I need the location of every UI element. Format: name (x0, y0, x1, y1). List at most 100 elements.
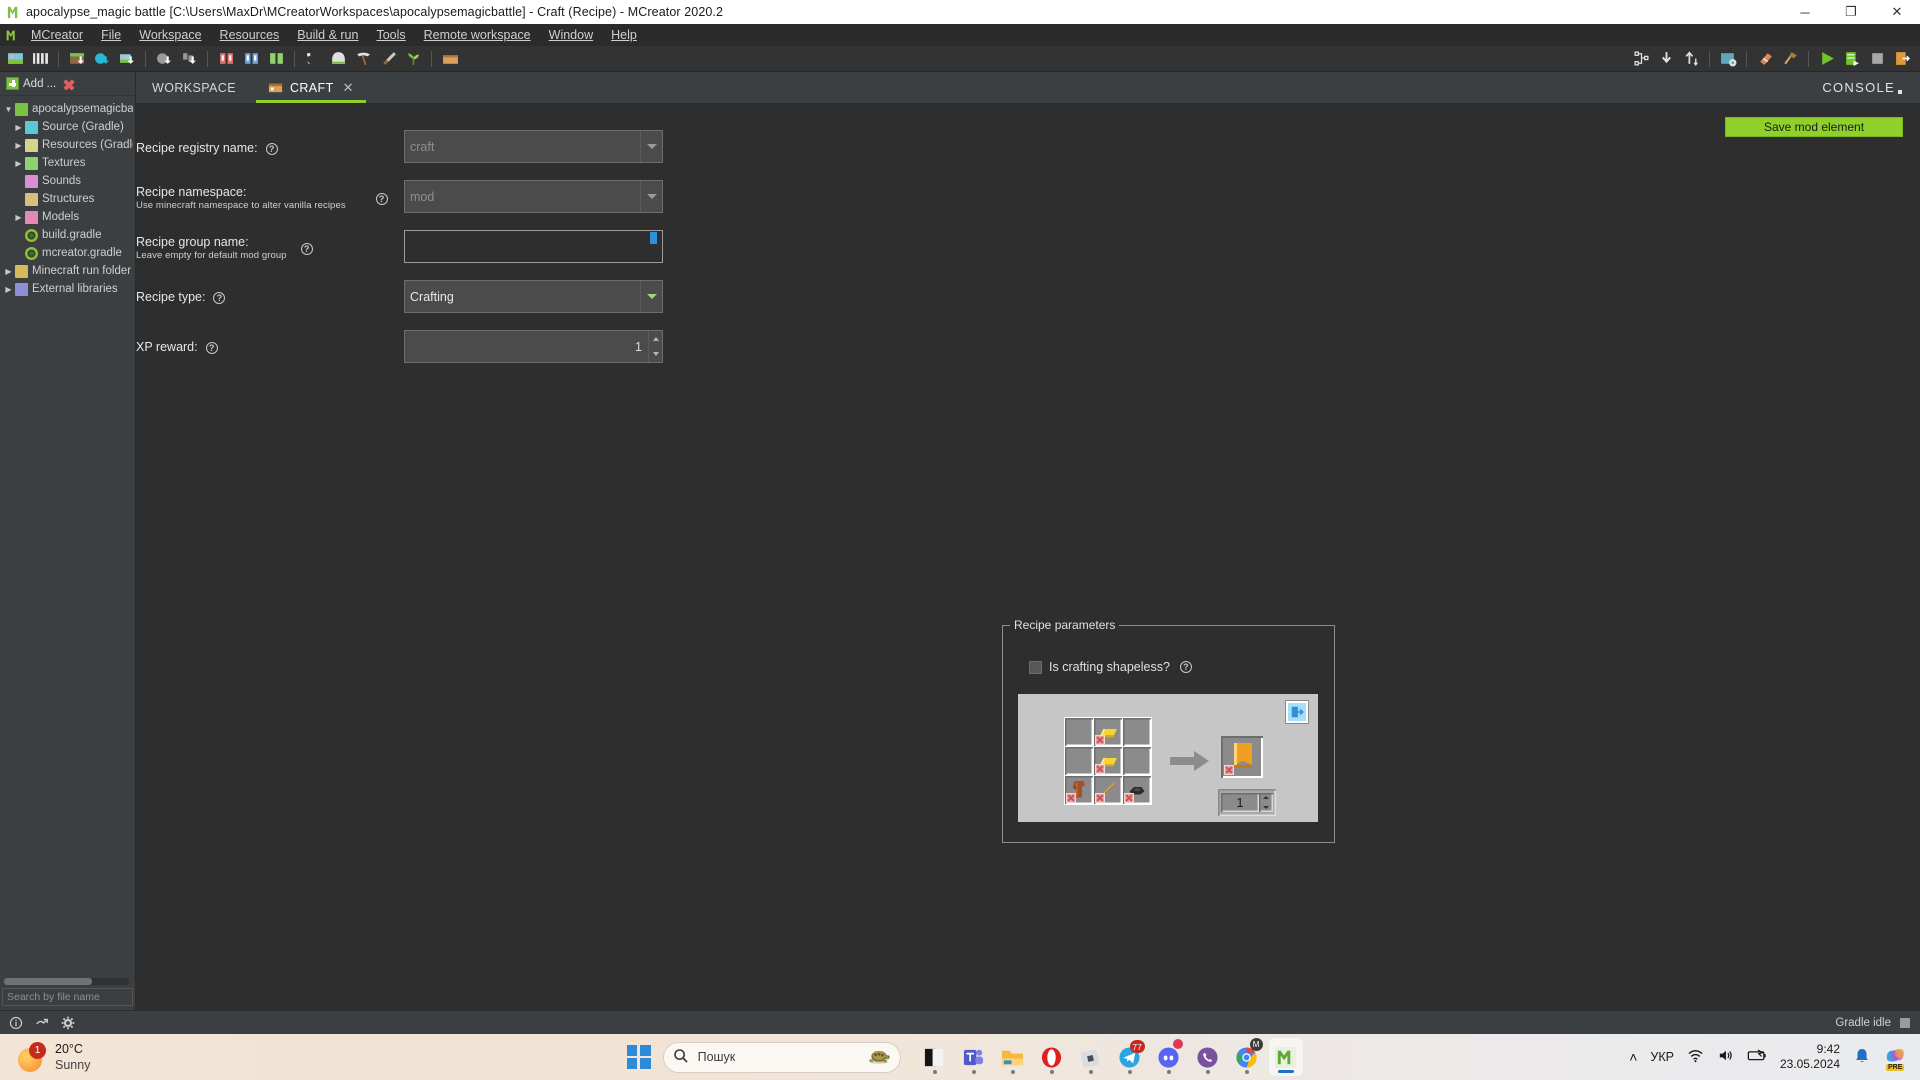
sidebar-horizontal-scrollbar[interactable] (4, 978, 129, 985)
download-icon[interactable] (1654, 48, 1678, 70)
notifications-bell-icon[interactable] (1853, 1047, 1871, 1068)
save-mod-element-button[interactable]: Save mod element (1725, 117, 1903, 137)
output-count-spinner[interactable]: 1 (1218, 789, 1276, 816)
help-icon[interactable]: ? (205, 341, 218, 354)
remove-item-badge[interactable] (1066, 793, 1076, 803)
menu-tools[interactable]: Tools (367, 25, 414, 45)
help-icon[interactable]: ? (300, 242, 313, 255)
crafting-slot-8[interactable] (1123, 776, 1151, 804)
chrome-app-icon[interactable]: M (1230, 1038, 1264, 1076)
chevron-down-icon[interactable] (640, 181, 662, 212)
armor-icon[interactable] (326, 48, 350, 70)
teams-app-icon[interactable] (957, 1038, 991, 1076)
tab-workspace[interactable]: WORKSPACE (136, 72, 252, 103)
menu-build-run[interactable]: Build & run (288, 25, 367, 45)
delete-icon[interactable] (62, 77, 76, 91)
tree-item-external-libraries[interactable]: ▶ External libraries (0, 280, 135, 298)
remove-item-badge[interactable] (1124, 793, 1134, 803)
chevron-right-icon[interactable]: ▶ (12, 123, 25, 132)
roblox-app-icon[interactable] (1074, 1038, 1108, 1076)
tree-item-workspace[interactable]: ▼ apocalypsemagicba (0, 100, 135, 118)
chevron-right-icon[interactable]: ▶ (2, 267, 15, 276)
help-icon[interactable]: ? (375, 192, 388, 205)
chevron-right-icon[interactable]: ▶ (12, 213, 25, 222)
menu-mcreator[interactable]: MCreator (22, 25, 92, 45)
tree-item-models[interactable]: ▶ Models (0, 208, 135, 226)
dark-reader-app-icon[interactable] (918, 1038, 952, 1076)
recipe-icon[interactable] (438, 48, 462, 70)
chevron-down-icon[interactable] (640, 131, 662, 162)
blue-blocks-icon[interactable] (239, 48, 263, 70)
menu-resources[interactable]: Resources (211, 25, 289, 45)
console-toggle[interactable]: CONSOLE (1804, 72, 1920, 103)
copilot-icon[interactable]: PRE (1884, 1045, 1906, 1071)
recipe-group-name-input[interactable] (404, 230, 663, 263)
tree-item-source[interactable]: ▶ Source (Gradle) (0, 118, 135, 136)
recipe-type-combo[interactable]: Crafting (404, 280, 663, 313)
tab-craft[interactable]: CRAFT ✕ (252, 72, 370, 103)
run-client-icon[interactable] (1815, 48, 1839, 70)
crafting-slot-1[interactable] (1094, 718, 1122, 746)
opera-app-icon[interactable] (1035, 1038, 1069, 1076)
red-blocks-icon[interactable] (214, 48, 238, 70)
tree-item-minecraft-run-folder[interactable]: ▶ Minecraft run folder (0, 262, 135, 280)
eraser-icon[interactable] (1753, 48, 1777, 70)
tree-item-structures[interactable]: Structures (0, 190, 135, 208)
import-entity-icon[interactable] (115, 48, 139, 70)
import-structure-icon[interactable] (177, 48, 201, 70)
tree-item-build-gradle[interactable]: build.gradle (0, 226, 135, 244)
viber-app-icon[interactable] (1191, 1038, 1225, 1076)
xp-reward-spinner[interactable]: 1 (404, 330, 663, 363)
export-build-icon[interactable] (1890, 48, 1914, 70)
menu-remote-workspace[interactable]: Remote workspace (415, 25, 540, 45)
crafting-slot-7[interactable] (1094, 776, 1122, 804)
mcreator-app-icon[interactable] (1268, 1038, 1303, 1076)
file-explorer-app-icon[interactable] (996, 1038, 1030, 1076)
minimize-button[interactable]: ─ (1782, 0, 1828, 24)
spinner-up-button[interactable] (649, 331, 662, 347)
plant-icon[interactable] (401, 48, 425, 70)
menu-help[interactable]: Help (602, 25, 646, 45)
upload-sync-icon[interactable] (1679, 48, 1703, 70)
weather-widget[interactable]: 1 20°C Sunny (0, 1041, 300, 1073)
remove-output-badge[interactable] (1224, 765, 1234, 775)
close-button[interactable]: ✕ (1874, 0, 1920, 24)
crafting-slot-5[interactable] (1123, 747, 1151, 775)
menu-file[interactable]: File (92, 25, 130, 45)
stop-icon[interactable] (1865, 48, 1889, 70)
crafting-slot-0[interactable] (1065, 718, 1093, 746)
tree-item-textures[interactable]: ▶ Textures (0, 154, 135, 172)
is-crafting-shapeless-checkbox[interactable] (1029, 660, 1042, 674)
import-sound-icon[interactable] (152, 48, 176, 70)
workspace-settings-icon[interactable] (1716, 48, 1740, 70)
crafting-slot-6[interactable] (1065, 776, 1093, 804)
recipe-registry-name-combo[interactable]: craft (404, 130, 663, 163)
tree-item-mcreator-gradle[interactable]: mcreator.gradle (0, 244, 135, 262)
green-blocks-icon[interactable] (264, 48, 288, 70)
tray-overflow-button[interactable]: ˄ (1629, 1049, 1637, 1065)
close-icon[interactable]: ✕ (343, 81, 354, 94)
menu-window[interactable]: Window (540, 25, 602, 45)
gear-icon[interactable] (61, 1016, 75, 1030)
help-icon[interactable]: ? (213, 291, 226, 304)
taskbar-clock[interactable]: 9:42 23.05.2024 (1780, 1042, 1840, 1072)
output-count-up-button[interactable] (1259, 793, 1273, 803)
maximize-button[interactable]: ❐ (1828, 0, 1874, 24)
chevron-down-icon[interactable]: ▼ (2, 105, 15, 114)
sword-icon[interactable] (376, 48, 400, 70)
scrollbar-thumb[interactable] (4, 978, 92, 985)
tools-icon[interactable] (301, 48, 325, 70)
import-texture-icon[interactable] (90, 48, 114, 70)
info-icon[interactable] (9, 1016, 23, 1030)
wifi-icon[interactable] (1687, 1047, 1704, 1067)
output-count-down-button[interactable] (1259, 803, 1273, 813)
hammer-icon[interactable] (1778, 48, 1802, 70)
plugin-icon[interactable] (35, 1016, 49, 1030)
crafting-output-slot[interactable] (1221, 736, 1263, 778)
chevron-right-icon[interactable]: ▶ (12, 159, 25, 168)
battery-icon[interactable] (1747, 1047, 1767, 1067)
pickaxe-icon[interactable] (351, 48, 375, 70)
crafting-slot-2[interactable] (1123, 718, 1151, 746)
search-input[interactable]: Search by file name (2, 988, 133, 1006)
import-block-icon[interactable] (65, 48, 89, 70)
